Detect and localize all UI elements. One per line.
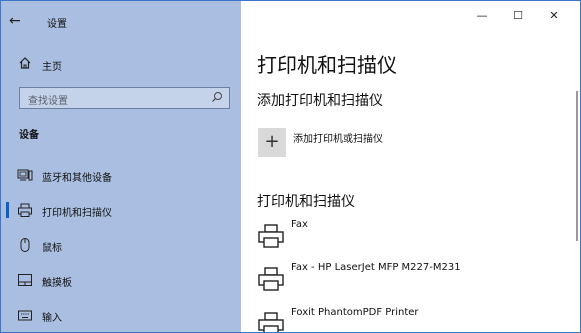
printer-name: Fax	[291, 219, 308, 230]
keyboard-icon	[18, 310, 32, 321]
sidebar-item-mouse[interactable]: 鼠标	[1, 232, 241, 258]
sidebar-item-label: 蓝牙和其他设备	[42, 173, 112, 184]
bluetooth-devices-icon	[17, 169, 33, 181]
maximize-button[interactable]: ☐	[508, 7, 528, 25]
printer-name: Foxit PhantomPDF Printer	[291, 307, 419, 318]
sidebar-item-touchpad[interactable]: 触摸板	[1, 267, 241, 293]
printer-icon	[258, 267, 284, 291]
add-printer-button[interactable]: +	[258, 128, 286, 157]
sidebar: ← 设置 主页 查找设置 设备 蓝牙和其他设备 打印机和扫描仪 鼠标 触摸板 输…	[1, 1, 241, 332]
sidebar-item-home[interactable]: 主页	[1, 53, 241, 77]
printer-item-hp-fax[interactable]: Fax - HP LaserJet MFP M227-M231	[257, 262, 557, 296]
mouse-icon	[20, 238, 30, 252]
back-arrow-icon[interactable]: ←	[9, 11, 33, 31]
search-placeholder: 查找设置	[28, 96, 68, 107]
printers-section-heading: 打印机和扫描仪	[257, 194, 355, 210]
search-input[interactable]: 查找设置	[19, 87, 230, 109]
sidebar-item-input[interactable]: 输入	[1, 302, 241, 328]
settings-window: ← 设置 主页 查找设置 设备 蓝牙和其他设备 打印机和扫描仪 鼠标 触摸板 输…	[0, 0, 581, 333]
search-icon	[212, 92, 222, 102]
printer-icon	[258, 312, 284, 332]
add-section-heading: 添加打印机和扫描仪	[257, 93, 383, 109]
page-title: 打印机和扫描仪	[257, 53, 397, 77]
sidebar-item-label: 触摸板	[42, 278, 72, 289]
sidebar-item-bluetooth[interactable]: 蓝牙和其他设备	[1, 162, 241, 188]
main-content: — ☐ ✕ 打印机和扫描仪 添加打印机和扫描仪 + 添加打印机或扫描仪 打印机和…	[241, 1, 580, 332]
printer-icon	[18, 203, 32, 217]
home-icon	[19, 57, 31, 69]
close-button[interactable]: ✕	[544, 7, 564, 25]
sidebar-item-label: 打印机和扫描仪	[42, 208, 112, 219]
section-heading: 设备	[19, 130, 39, 141]
minimize-button[interactable]: —	[472, 7, 492, 25]
printer-item-foxit[interactable]: Foxit PhantomPDF Printer	[257, 307, 557, 332]
printer-icon	[258, 224, 284, 248]
plus-icon: +	[264, 131, 280, 152]
add-printer-label[interactable]: 添加打印机或扫描仪	[293, 130, 383, 145]
sidebar-item-label: 输入	[42, 313, 62, 324]
touchpad-icon	[18, 274, 32, 286]
sidebar-item-label: 主页	[42, 62, 62, 73]
printer-item-fax[interactable]: Fax	[257, 219, 557, 253]
scrollbar[interactable]	[576, 91, 578, 241]
window-title: 设置	[47, 19, 67, 30]
sidebar-item-printers[interactable]: 打印机和扫描仪	[1, 197, 241, 223]
printer-name: Fax - HP LaserJet MFP M227-M231	[291, 262, 461, 273]
window-controls: — ☐ ✕	[472, 1, 580, 31]
sidebar-item-label: 鼠标	[42, 243, 62, 254]
